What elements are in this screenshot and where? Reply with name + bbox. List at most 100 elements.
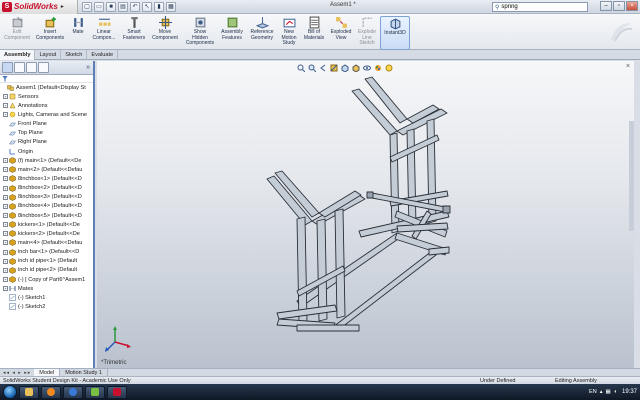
tree-item[interactable]: + (f) main<1> (Default<<De [0, 156, 93, 165]
tree-expand-toggle[interactable]: + [3, 249, 8, 255]
tree-expand-toggle[interactable]: + [3, 112, 8, 118]
tree-expand-toggle[interactable]: + [3, 203, 8, 209]
tree-item[interactable]: + inch bar<1> (Default<<D [0, 248, 93, 257]
tab-assembly[interactable]: Assembly [0, 50, 36, 60]
move-component-button[interactable]: Move Component [150, 16, 180, 50]
tray-up-arrow-icon[interactable]: ▴ [600, 389, 603, 395]
search-box[interactable]: ⚲ [492, 2, 588, 12]
rebuild-icon[interactable]: ▮ [154, 1, 164, 12]
tree-expand-toggle[interactable]: + [3, 267, 8, 273]
search-input[interactable] [501, 3, 572, 11]
minimize-button[interactable]: – [600, 1, 612, 11]
taskbar-solidworks[interactable] [107, 385, 127, 399]
tree-item[interactable]: +8inchbox<5> (Default<<D [0, 211, 93, 220]
tree-item[interactable]: Right Plane [0, 138, 93, 147]
taskbar-media-player[interactable] [41, 385, 61, 399]
print-icon[interactable]: ▤ [118, 1, 128, 12]
tree-expand-toggle[interactable]: + [3, 222, 8, 228]
tree-item[interactable]: + kickers<2> (Default<<De [0, 229, 93, 238]
select-arrow-icon[interactable]: ↖ [142, 1, 152, 12]
property-manager-tab-icon[interactable] [14, 62, 25, 73]
insert-components-button[interactable]: Insert Components [34, 16, 66, 50]
linear-pattern-button[interactable]: Linear Compon... [90, 16, 118, 50]
assembly-features-button[interactable]: Assembly Features [218, 16, 246, 50]
tree-expand-toggle[interactable]: + [3, 240, 8, 246]
tree-item[interactable]: + Lights, Cameras and Scene [0, 110, 93, 119]
tree-expand-toggle[interactable]: + [3, 176, 8, 182]
dimxpert-tab-icon[interactable] [38, 62, 49, 73]
solidworks-menu-button[interactable]: S SolidWorks ▸ [0, 0, 78, 14]
tree-expand-toggle[interactable]: + [3, 286, 8, 292]
close-button[interactable]: × [626, 1, 638, 11]
save-icon[interactable]: ■ [106, 1, 116, 12]
smart-fasteners-button[interactable]: Smart Fasteners [120, 16, 148, 50]
tree-expand-toggle[interactable]: + [3, 277, 8, 283]
annotation-icon [9, 102, 16, 109]
tree-item[interactable]: (-) Sketch2 [0, 302, 93, 311]
viewport-scrollbar[interactable] [629, 121, 634, 231]
solidworks-window: S SolidWorks ▸ ▢ ▭ ■ ▤ ↶ ↖ ▮ ▦ Assem1 * … [0, 0, 640, 400]
open-folder-icon[interactable]: ▭ [94, 1, 104, 12]
new-document-icon[interactable]: ▢ [82, 1, 92, 12]
configuration-manager-tab-icon[interactable] [26, 62, 37, 73]
tree-expand-toggle[interactable]: + [3, 231, 8, 237]
tree-expand-toggle[interactable]: + [3, 103, 8, 109]
tree-expand-toggle[interactable]: + [3, 167, 8, 173]
tree-item[interactable]: +8inchbox<3> (Default<<D [0, 193, 93, 202]
undo-icon[interactable]: ↶ [130, 1, 140, 12]
tree-expand-toggle[interactable]: + [3, 94, 8, 100]
tree-item[interactable]: + inch id pipe<2> (Default [0, 266, 93, 275]
feature-manager-tab-icon[interactable] [2, 62, 13, 73]
tree-item[interactable]: Assem1 (Default<Display St [0, 83, 93, 92]
tree-item[interactable]: + main<2> (Default<<Defau [0, 165, 93, 174]
network-icon[interactable]: ▦ [605, 389, 610, 395]
start-button[interactable] [3, 385, 17, 399]
tree-item[interactable]: Front Plane [0, 120, 93, 129]
tree-item[interactable]: +8inchbox<2> (Default<<D [0, 184, 93, 193]
tree-item[interactable]: Origin [0, 147, 93, 156]
edit-component-button[interactable]: Edit Component [2, 16, 32, 50]
tree-item[interactable]: Top Plane [0, 129, 93, 138]
tree-expand-toggle[interactable]: + [3, 185, 8, 191]
tree-item[interactable]: + main<4> (Default<<Defau [0, 238, 93, 247]
graphics-area[interactable]: × *Trimetric [97, 61, 634, 368]
new-motion-study-button[interactable]: New Motion Study [278, 16, 300, 50]
tree-expand-toggle[interactable]: + [3, 194, 8, 200]
show-hidden-components-button[interactable]: Show Hidden Components [184, 16, 216, 50]
panel-expand-icon[interactable]: » [86, 64, 90, 71]
tab-sketch[interactable]: Sketch [61, 50, 88, 60]
tree-item[interactable]: +8inchbox<1> (Default<<D [0, 174, 93, 183]
tree-item[interactable]: + kickers<1> (Default<<De [0, 220, 93, 229]
tree-item[interactable]: + Mates [0, 284, 93, 293]
tree-item[interactable]: (-) Sketch1 [0, 293, 93, 302]
assembly-model-frame[interactable] [97, 61, 634, 368]
explode-line-sketch-button[interactable]: Explode Line Sketch [356, 16, 378, 50]
tree-item[interactable]: + inch id pipe<1> (Default [0, 257, 93, 266]
instant3d-button[interactable]: Instant3D [380, 16, 410, 50]
tab-evaluate[interactable]: Evaluate [87, 50, 119, 60]
taskbar-clock[interactable]: 19:37 [622, 389, 637, 395]
taskbar-firefox[interactable] [63, 385, 83, 399]
reference-geometry-button[interactable]: Reference Geometry [248, 16, 276, 50]
mate-button[interactable]: Mate [68, 16, 88, 50]
tab-nav-arrows-icon[interactable]: ◂◂ ◂ ▸ ▸▸ [0, 370, 34, 376]
tree-item[interactable]: + Sensors [0, 92, 93, 101]
language-indicator[interactable]: EN [589, 389, 597, 395]
volume-icon[interactable]: ◖ [614, 389, 617, 395]
tree-expand-toggle[interactable]: + [3, 158, 8, 164]
tree-item[interactable]: + (-) [ Copy of Part6^Assem1 [0, 275, 93, 284]
maximize-button[interactable]: ▫ [613, 1, 625, 11]
tree-item[interactable]: +8inchbox<4> (Default<<D [0, 202, 93, 211]
taskbar-explorer[interactable] [19, 385, 39, 399]
tree-filter[interactable] [0, 75, 93, 83]
options-icon[interactable]: ▦ [166, 1, 176, 12]
exploded-view-button[interactable]: Exploded View [328, 16, 354, 50]
quick-access-toolbar: ▢ ▭ ■ ▤ ↶ ↖ ▮ ▦ [82, 1, 176, 12]
tree-expand-toggle[interactable]: + [3, 213, 8, 219]
bill-of-materials-button[interactable]: Bill of Materials [302, 16, 326, 50]
taskbar-paint[interactable] [85, 385, 105, 399]
tab-layout[interactable]: Layout [35, 50, 62, 60]
tree-item[interactable]: + Annotations [0, 101, 93, 110]
tree-expand-toggle[interactable]: + [3, 258, 8, 264]
part-icon [9, 267, 16, 274]
